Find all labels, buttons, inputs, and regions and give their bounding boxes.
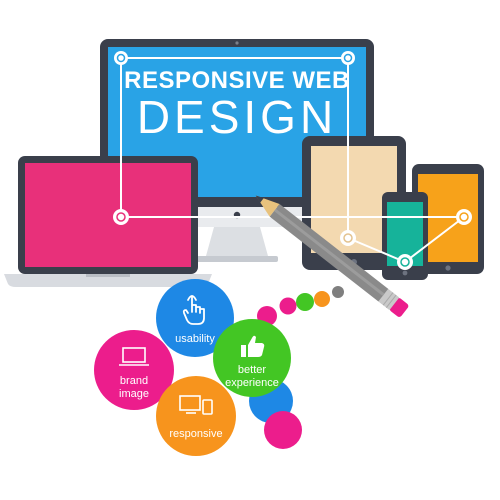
usability-label-line1: usability [175,333,215,345]
laptop-screen [25,163,191,267]
better-experience-label-line2: experience [225,377,279,389]
laptop [4,156,212,287]
brand-image-label-line1: brand [120,375,148,387]
responsive-bubble: responsive [156,376,236,456]
brand-image-label-line2: image [119,388,149,400]
better-experience-label-line1: better [238,364,266,376]
headline-line1: RESPONSIVE WEB [124,67,350,94]
better-experience-bubble: better experience [213,319,291,397]
headline-line2: DESIGN [137,91,337,143]
responsive-label-line1: responsive [169,428,222,440]
responsive-web-design-illustration: RESPONSIVE WEB DESIGN usability better e… [4,39,484,456]
